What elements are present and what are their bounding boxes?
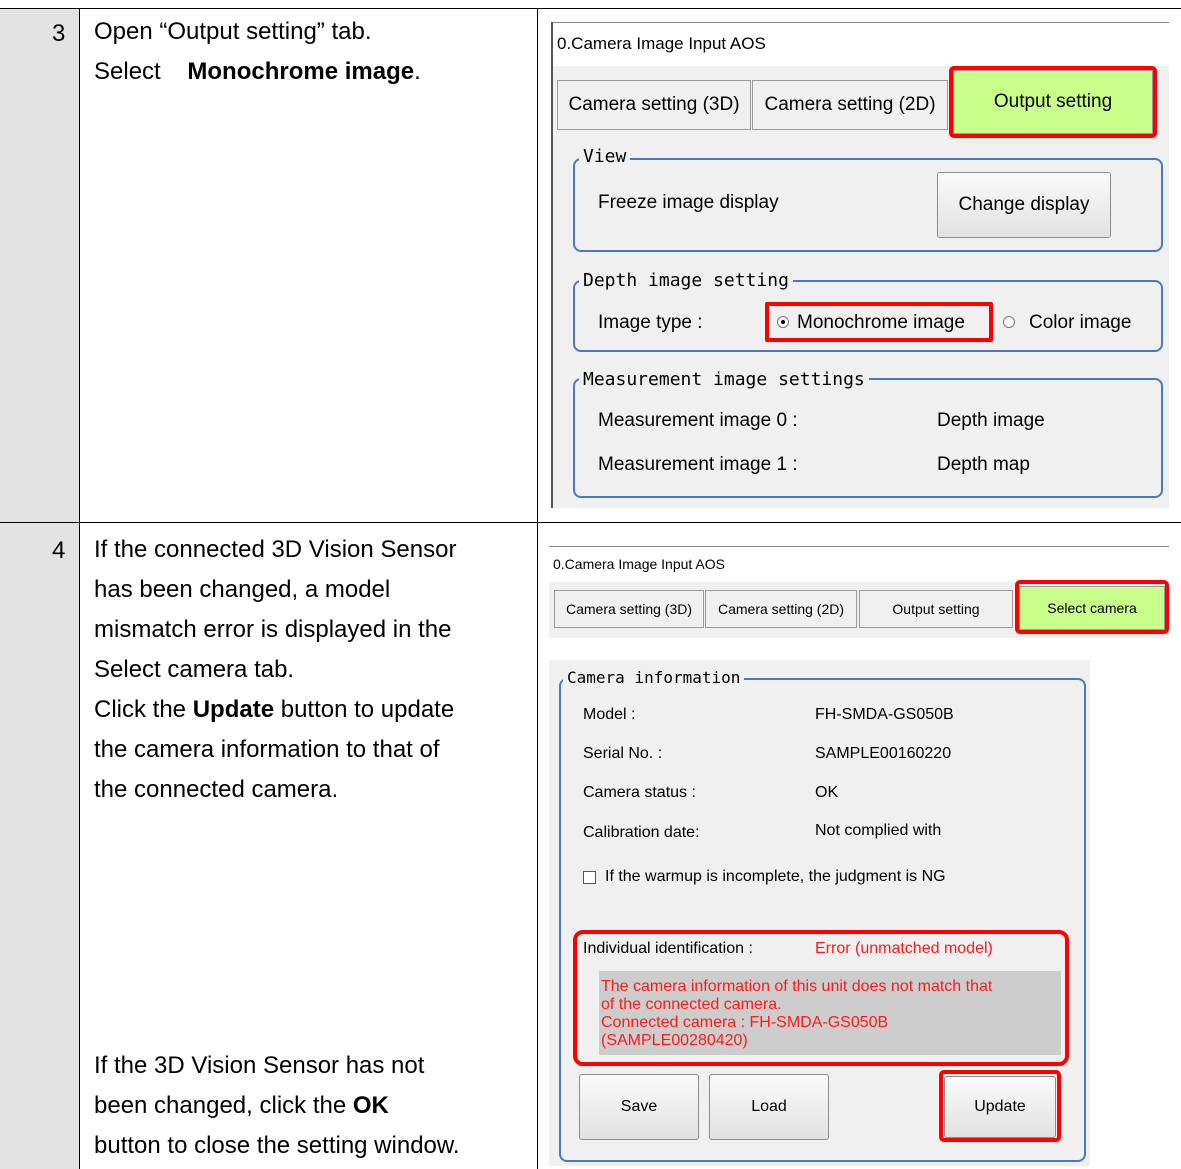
- calibration-date-value: Not complied with: [815, 822, 942, 839]
- serial-label: Serial No. :: [583, 745, 663, 762]
- measurement-group-label: Measurement image settings: [579, 369, 869, 390]
- tab-camera-setting-2d[interactable]: Camera setting (2D): [752, 80, 948, 130]
- depth-group-label: Depth image setting: [579, 270, 793, 291]
- warmup-checkbox-label[interactable]: If the warmup is incomplete, the judgmen…: [605, 868, 946, 886]
- tab-camera-setting-3d[interactable]: Camera setting (3D): [554, 590, 704, 628]
- instruction-line: If the connected 3D Vision Sensor: [94, 536, 457, 563]
- step-instruction: If the 3D Vision Sensor has not been cha…: [94, 1046, 460, 1166]
- measurement-image-group: [573, 378, 1163, 498]
- instruction-text: button to update: [274, 696, 455, 723]
- step-instruction: Open “Output setting” tab. Select Monoch…: [94, 12, 421, 92]
- instruction-line: the connected camera.: [94, 776, 339, 803]
- table-column-divider: [537, 8, 538, 1169]
- highlight-box: [939, 1070, 1061, 1142]
- instruction-line: button to close the setting window.: [94, 1132, 460, 1159]
- tab-camera-setting-2d[interactable]: Camera setting (2D): [705, 590, 857, 628]
- change-display-button[interactable]: Change display: [937, 172, 1111, 238]
- camera-information-screenshot: Camera information Model : FH-SMDA-GS050…: [549, 660, 1090, 1166]
- color-radio-label[interactable]: Color image: [1029, 312, 1131, 334]
- instruction-line: Select camera tab.: [94, 656, 295, 683]
- calibration-date-label: Calibration date:: [583, 824, 700, 841]
- highlight-box: [765, 302, 993, 342]
- highlight-box: [949, 66, 1157, 138]
- window-title: 0.Camera Image Input AOS: [551, 22, 1169, 66]
- view-group-label: View: [579, 146, 631, 167]
- table-top-border: [0, 8, 1181, 9]
- highlight-box: [573, 930, 1069, 1066]
- model-value: FH-SMDA-GS050B: [815, 706, 954, 723]
- save-button[interactable]: Save: [579, 1074, 699, 1140]
- table-row-divider: [0, 522, 1181, 523]
- highlight-box: [1015, 580, 1169, 634]
- instruction-line: Open “Output setting” tab.: [94, 18, 372, 45]
- image-type-label: Image type :: [598, 312, 703, 333]
- tab-camera-setting-3d[interactable]: Camera setting (3D): [557, 80, 751, 130]
- instruction-line: has been changed, a model: [94, 576, 391, 603]
- window-title: 0.Camera Image Input AOS: [549, 546, 1169, 582]
- measurement-image-1-value: Depth map: [937, 454, 1030, 475]
- serial-value: SAMPLE00160220: [815, 745, 952, 762]
- table-column-divider: [79, 8, 80, 1169]
- select-camera-tabs-screenshot: 0.Camera Image Input AOS Camera setting …: [549, 546, 1169, 638]
- instruction-line: the camera information to that of: [94, 736, 440, 763]
- instruction-line: mismatch error is displayed in the: [94, 616, 452, 643]
- instruction-line: Select Monochrome image.: [94, 52, 421, 92]
- load-button[interactable]: Load: [709, 1074, 829, 1140]
- step-number: 4: [52, 537, 66, 564]
- instruction-line: Click the Update button to update: [94, 690, 456, 730]
- instruction-text: been changed, click the: [94, 1092, 353, 1119]
- measurement-image-1-label: Measurement image 1 :: [598, 454, 798, 475]
- output-setting-screenshot: 0.Camera Image Input AOS Camera setting …: [551, 22, 1169, 508]
- camera-status-value: OK: [815, 784, 839, 801]
- model-label: Model :: [583, 706, 636, 723]
- instruction-emphasis: Monochrome image: [187, 58, 415, 85]
- step-number-column: [0, 8, 79, 1169]
- step-instruction: If the connected 3D Vision Sensor has be…: [94, 530, 456, 810]
- instruction-line: If the 3D Vision Sensor has not: [94, 1052, 425, 1079]
- instruction-line: been changed, click the OK: [94, 1086, 460, 1126]
- step-number: 3: [52, 20, 66, 47]
- tab-output-setting[interactable]: Output setting: [859, 590, 1013, 628]
- warmup-checkbox[interactable]: [583, 871, 596, 884]
- camera-status-label: Camera status :: [583, 784, 696, 801]
- camera-information-label: Camera information: [563, 668, 745, 687]
- instruction-text: .: [414, 58, 421, 85]
- measurement-image-0-value: Depth image: [937, 410, 1045, 431]
- instruction-emphasis: OK: [352, 1092, 389, 1119]
- measurement-image-0-label: Measurement image 0 :: [598, 410, 798, 431]
- color-radio[interactable]: [1003, 316, 1015, 328]
- freeze-image-label: Freeze image display: [598, 192, 779, 213]
- instruction-text: Select: [94, 58, 161, 85]
- instruction-emphasis: Update: [192, 696, 275, 723]
- instruction-text: Click the: [94, 696, 193, 723]
